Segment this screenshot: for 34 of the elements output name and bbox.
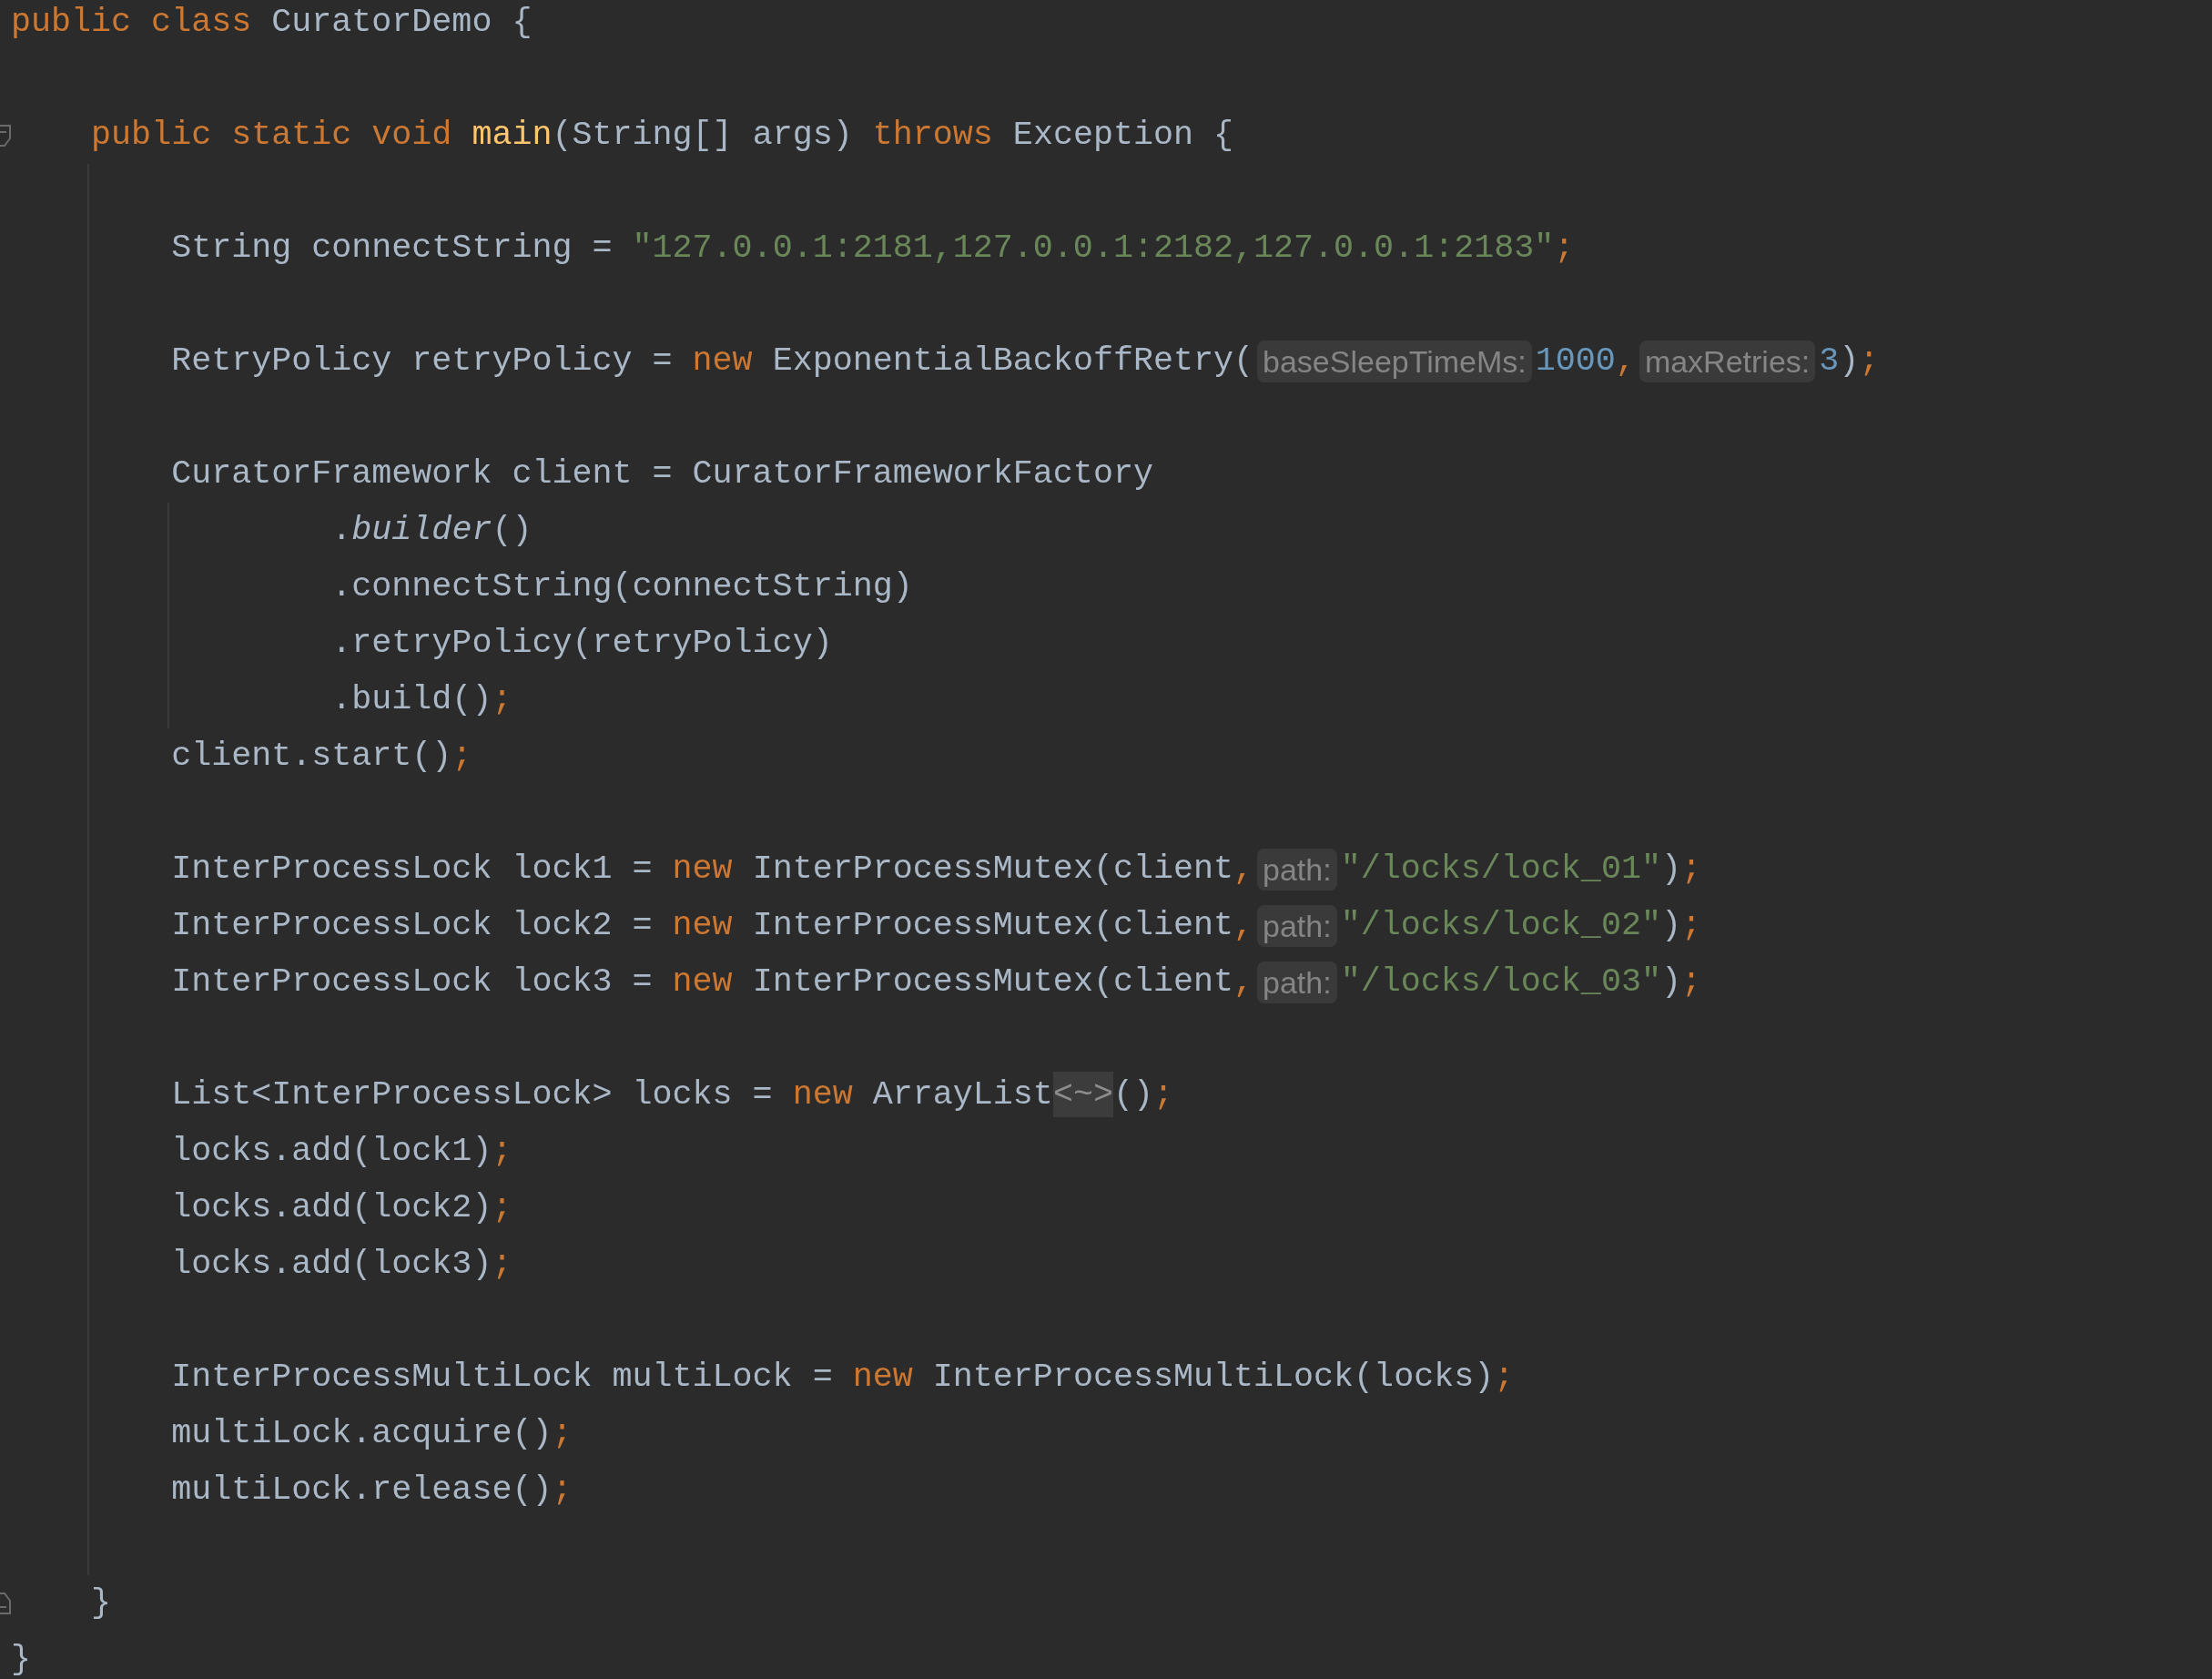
code-line: }	[11, 1639, 32, 1679]
code-line: CuratorFramework client = CuratorFrameworkFactory	[171, 453, 1153, 495]
code-text: 3);	[1819, 341, 1880, 382]
code-line: List<InterProcessLock> locks = new ArrayList<~>();	[171, 1070, 1173, 1121]
fold-marker-icon[interactable]	[0, 1592, 11, 1615]
code-line: .builder()	[331, 510, 533, 552]
code-line: InterProcessMultiLock multiLock = new InterProcessMultiLock(locks);	[171, 1357, 1515, 1399]
code-text: 1000,	[1535, 341, 1636, 382]
code-text: InterProcessLock lock3 = new InterProcessMutex(client,	[171, 962, 1254, 1003]
code-line: locks.add(lock1);	[171, 1131, 512, 1173]
code-text: RetryPolicy retryPolicy = new ExponentialBackoffRetry(	[171, 341, 1254, 382]
code-line: locks.add(lock3);	[171, 1244, 512, 1286]
parameter-hint: path:	[1257, 961, 1337, 1004]
code-line: .retryPolicy(retryPolicy)	[331, 623, 833, 665]
parameter-hint: baseSleepTimeMs:	[1257, 340, 1532, 383]
code-line: public class CuratorDemo {	[11, 2, 533, 44]
code-line: .connectString(connectString)	[331, 566, 913, 608]
code-text: "/locks/lock_01");	[1340, 849, 1701, 890]
code-text: "/locks/lock_02");	[1340, 905, 1701, 947]
code-line: client.start();	[171, 736, 472, 778]
parameter-hint: path:	[1257, 848, 1337, 891]
code-line: String connectString = "127.0.0.1:2181,127.0.0.1:2182,127.0.0.1:2183";	[171, 228, 1575, 270]
code-line: multiLock.release();	[171, 1470, 573, 1511]
fold-marker-icon[interactable]	[0, 124, 11, 148]
parameter-hint: path:	[1257, 904, 1337, 948]
code-text: InterProcessLock lock1 = new InterProcessMutex(client,	[171, 849, 1254, 890]
code-line: public static void main(String[] args) throws Exception {	[91, 115, 1234, 157]
code-line: .build();	[331, 679, 512, 721]
code-text: "/locks/lock_03");	[1340, 962, 1701, 1003]
code-line: locks.add(lock2);	[171, 1187, 512, 1229]
parameter-hint: maxRetries:	[1639, 340, 1816, 383]
code-line: multiLock.acquire();	[171, 1413, 573, 1455]
code-line: }	[91, 1582, 112, 1624]
code-text: InterProcessLock lock2 = new InterProcessMutex(client,	[171, 905, 1254, 947]
